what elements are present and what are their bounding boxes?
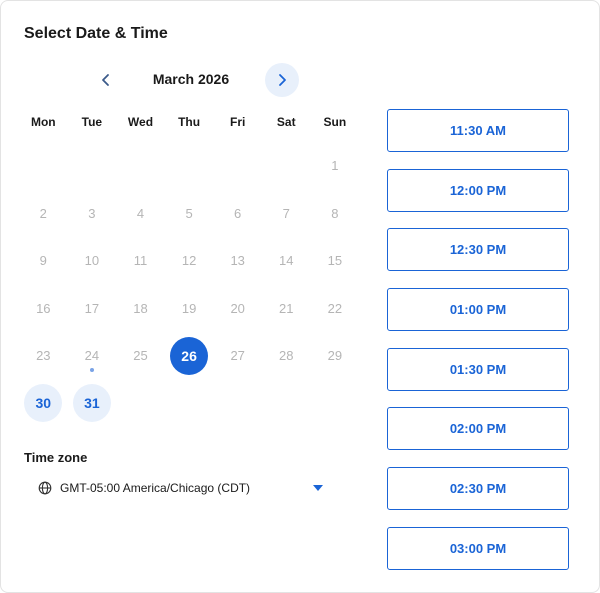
calendar-day-20: 20	[213, 285, 262, 333]
weekday-label: Mon	[30, 115, 56, 129]
chevron-left-icon	[102, 74, 109, 86]
calendar-day-7: 7	[262, 190, 311, 238]
time-slot-button[interactable]: 03:00 PM	[387, 526, 569, 570]
time-slot-button[interactable]: 02:30 PM	[387, 467, 569, 511]
calendar-blank-cell	[165, 142, 214, 190]
calendar-day-5: 5	[165, 190, 214, 238]
day-number: 3	[88, 205, 96, 221]
calendar-day-13: 13	[213, 237, 262, 285]
weekday-label: Sun	[323, 115, 347, 129]
calendar-day-2: 2	[19, 190, 68, 238]
day-number: 13	[230, 253, 245, 269]
calendar-grid: 1 2 3 4 5 6 7 8 9 10 11 12 13 14 15 16 17 18 19 20 21 22 23 24 2…	[19, 142, 361, 427]
day-number: 18	[133, 300, 148, 316]
calendar-day-27: 27	[213, 332, 262, 380]
caret-down-icon	[313, 485, 323, 491]
timezone-label: Time zone	[24, 450, 88, 465]
day-number: 2	[39, 205, 47, 221]
page-title: Select Date & Time	[24, 25, 168, 42]
scheduler-card: Select Date & Time March 2026 Mon Tue Wed T…	[0, 0, 600, 593]
day-number: 16	[36, 300, 51, 316]
weekday-label: Sat	[276, 115, 296, 129]
calendar-day-8: 8	[311, 190, 360, 238]
day-number: 11	[133, 253, 148, 269]
day-number: 1	[331, 158, 339, 174]
month-label: March 2026	[152, 71, 230, 87]
calendar-day-30[interactable]: 30	[19, 380, 68, 428]
day-number: 4	[136, 205, 145, 221]
day-number: 26	[170, 336, 209, 375]
day-number: 19	[181, 300, 197, 316]
today-indicator-dot	[89, 368, 94, 372]
day-number: 31	[72, 384, 111, 423]
calendar-blank-cell	[19, 142, 68, 190]
time-slot-button[interactable]: 01:30 PM	[387, 347, 569, 391]
time-slot-button[interactable]: 12:00 PM	[387, 168, 569, 212]
calendar-day-28: 28	[262, 332, 311, 380]
calendar-day-24: 24	[68, 332, 117, 380]
day-number: 28	[279, 348, 294, 364]
calendar-day-25: 25	[116, 332, 165, 380]
weekday-label: Thu	[178, 115, 201, 129]
calendar-blank-cell	[116, 142, 165, 190]
day-number: 10	[84, 253, 100, 269]
day-number: 25	[133, 348, 148, 364]
calendar-day-22: 22	[311, 285, 360, 333]
globe-icon	[38, 481, 52, 495]
day-number: 20	[230, 300, 245, 316]
day-number: 27	[230, 348, 245, 364]
calendar-day-1: 1	[311, 142, 360, 190]
calendar-day-4: 4	[116, 190, 165, 238]
day-number: 30	[24, 384, 63, 423]
weekday-label: Fri	[230, 115, 246, 129]
calendar-day-21: 21	[262, 285, 311, 333]
time-slot-list: 11:30 AM 12:00 PM 12:30 PM 01:00 PM 01:30 PM…	[387, 109, 569, 587]
weekday-header: Mon Tue Wed Thu Fri Sat Sun	[19, 115, 361, 129]
time-slot-button[interactable]: 12:30 PM	[387, 228, 569, 272]
day-number: 7	[282, 205, 290, 221]
day-number: 23	[36, 348, 51, 364]
day-number: 9	[39, 253, 47, 269]
calendar-day-3: 3	[68, 190, 117, 238]
calendar-day-29: 29	[311, 332, 360, 380]
calendar-blank-cell	[68, 142, 117, 190]
calendar-day-23: 23	[19, 332, 68, 380]
day-number: 8	[331, 205, 339, 221]
previous-month-button[interactable]	[89, 63, 123, 97]
calendar-day-19: 19	[165, 285, 214, 333]
day-number: 21	[279, 300, 294, 316]
calendar-day-15: 15	[311, 237, 360, 285]
day-number: 14	[279, 253, 294, 269]
time-slot-button[interactable]: 11:30 AM	[387, 109, 569, 152]
weekday-label: Tue	[81, 115, 103, 129]
calendar-day-11: 11	[116, 237, 165, 285]
calendar-day-31[interactable]: 31	[68, 380, 117, 428]
day-number: 15	[327, 253, 343, 269]
chevron-right-icon	[279, 74, 286, 86]
calendar-day-12: 12	[165, 237, 214, 285]
calendar-day-6: 6	[213, 190, 262, 238]
weekday-label: Wed	[127, 115, 154, 129]
timezone-value: GMT-05:00 America/Chicago (CDT)	[60, 481, 251, 495]
calendar-day-9: 9	[19, 237, 68, 285]
calendar-day-10: 10	[68, 237, 117, 285]
calendar-day-26[interactable]: 26	[165, 332, 214, 380]
time-slot-button[interactable]: 01:00 PM	[387, 288, 569, 332]
calendar-day-14: 14	[262, 237, 311, 285]
calendar-day-16: 16	[19, 285, 68, 333]
next-month-button[interactable]	[265, 63, 299, 97]
time-slot-button[interactable]: 02:00 PM	[387, 407, 569, 451]
calendar-blank-cell	[262, 142, 311, 190]
calendar-day-17: 17	[68, 285, 117, 333]
calendar-day-18: 18	[116, 285, 165, 333]
calendar-blank-cell	[213, 142, 262, 190]
day-number: 5	[185, 205, 193, 221]
timezone-select[interactable]: GMT-05:00 America/Chicago (CDT)	[38, 477, 323, 499]
day-number: 22	[327, 300, 343, 316]
day-number: 12	[181, 253, 197, 269]
day-number: 17	[84, 300, 100, 316]
day-number: 6	[234, 205, 242, 221]
day-number: 29	[327, 348, 343, 364]
